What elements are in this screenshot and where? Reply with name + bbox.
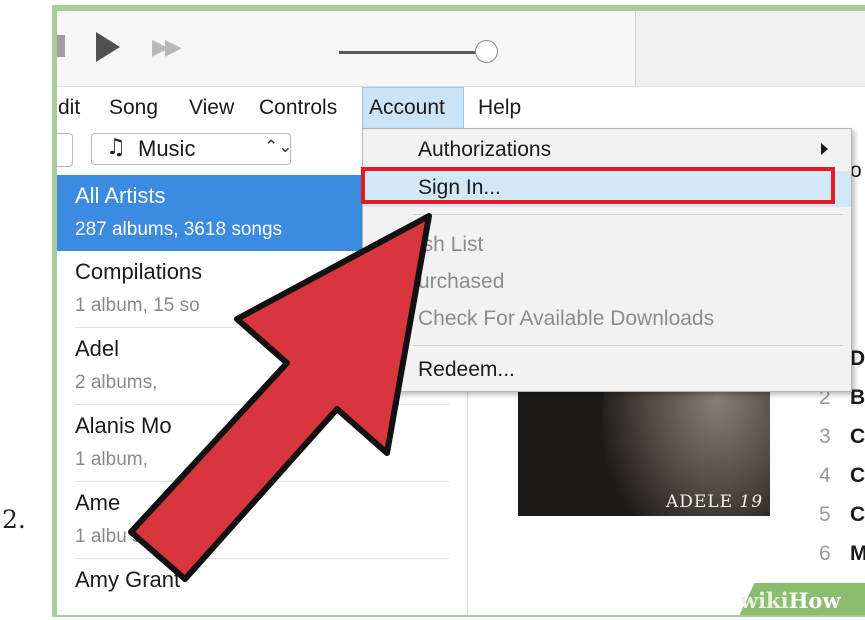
wikihow-watermark: wikiHow xyxy=(740,588,841,613)
step-number: 2. xyxy=(2,505,26,534)
itunes-window: ▶▶ dit Song View Controls Account Help ♫… xyxy=(57,11,865,615)
pointer-arrow-icon xyxy=(128,213,432,582)
screenshot-frame: ▶▶ dit Song View Controls Account Help ♫… xyxy=(52,5,865,617)
